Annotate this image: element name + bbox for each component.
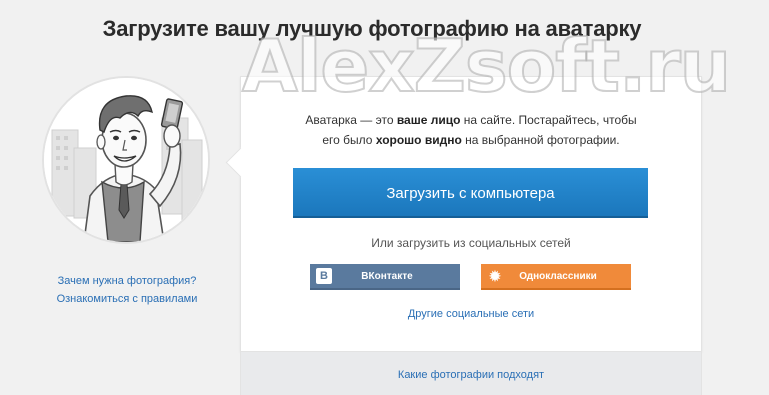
upload-from-computer-button[interactable]: Загрузить с компьютера	[293, 168, 648, 218]
odnoklassniki-button[interactable]: ✹ Одноклассники	[481, 264, 631, 290]
intro-text: его было	[322, 133, 376, 147]
social-caption: Или загрузить из социальных сетей	[371, 236, 571, 250]
avatar-description: Аватарка — это ваше лицо на сайте. Поста…	[242, 110, 700, 150]
intro-emphasis-face: ваше лицо	[396, 113, 461, 127]
intro-text: на выбранной фотографии.	[461, 133, 620, 147]
rules-link[interactable]: Ознакомиться с правилами	[44, 290, 210, 308]
odnoklassniki-label: Одноклассники	[519, 270, 597, 282]
other-networks: Другие социальные сети	[242, 308, 700, 320]
ok-logo-icon: ✹	[489, 267, 501, 284]
intro-emphasis-visible: хорошо видно	[375, 133, 462, 147]
selfie-illustration-icon	[44, 78, 208, 242]
intro-text: на сайте. Постарайтесь, чтобы	[460, 113, 637, 127]
help-links: Зачем нужна фотография? Ознакомиться с п…	[44, 272, 210, 308]
other-networks-link[interactable]: Другие социальные сети	[408, 308, 534, 320]
which-photos: Какие фотографии подходят	[242, 369, 700, 381]
page-title: Загрузите вашу лучшую фотографию на ават…	[102, 16, 642, 41]
intro-text: Аватарка — это	[305, 113, 397, 127]
which-photos-link[interactable]: Какие фотографии подходят	[398, 369, 544, 381]
avatar-illustration	[42, 76, 210, 244]
why-photo-link[interactable]: Зачем нужна фотография?	[44, 272, 210, 290]
vk-logo-icon: В	[316, 268, 332, 284]
vkontakte-button[interactable]: В ВКонтакте	[310, 264, 460, 290]
vkontakte-label: ВКонтакте	[361, 270, 413, 282]
